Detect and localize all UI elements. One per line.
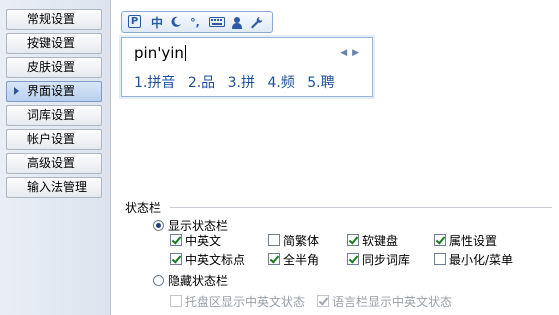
candidate-item: 4.频	[267, 75, 295, 91]
hide-status-bar-radio[interactable]	[153, 275, 164, 286]
ime-status-toolbar-preview: P 中 °,	[121, 11, 273, 33]
chinese-mode-icon: 中	[150, 15, 163, 30]
sidebar-item-label: 皮肤设置	[27, 60, 76, 74]
candidate-window-preview: pin'yin ◀ ▶ 1.拼音 2.品 3.拼 4.频 5.聘	[121, 37, 373, 97]
candidate-list: 1.拼音 2.品 3.拼 4.频 5.聘	[134, 72, 343, 92]
keyboard-icon	[209, 15, 225, 29]
selected-arrow-icon	[14, 87, 19, 95]
punctuation-icon: °,	[190, 15, 200, 29]
properties-checkbox[interactable]	[434, 234, 446, 246]
wrench-icon	[249, 15, 263, 29]
tray-show-status-label[interactable]: 托盘区显示中英文状态	[185, 293, 305, 310]
sidebar-item-label: 按键设置	[27, 36, 76, 50]
user-icon	[231, 15, 243, 29]
simplified-traditional-checkbox[interactable]	[268, 234, 280, 246]
minimize-menu-label[interactable]: 最小化/菜单	[449, 251, 513, 268]
sidebar-item-label: 帐户设置	[27, 132, 76, 146]
logo-icon: P	[128, 15, 141, 28]
candidate-item: 1.拼音	[134, 75, 176, 91]
sidebar-item-interface[interactable]: 界面设置	[6, 81, 102, 102]
sidebar-item-ime-manager[interactable]: 输入法管理	[6, 177, 102, 198]
chinese-english-label[interactable]: 中英文	[185, 232, 221, 249]
tray-show-status-checkbox[interactable]	[170, 295, 182, 307]
langbar-show-status-checkbox[interactable]	[317, 295, 329, 307]
sidebar-item-account[interactable]: 帐户设置	[6, 129, 102, 150]
page-arrows-icon: ◀ ▶	[340, 48, 360, 58]
section-title: 状态栏	[125, 201, 162, 215]
sidebar-item-label: 常规设置	[27, 12, 76, 26]
simplified-traditional-label[interactable]: 简繁体	[283, 232, 319, 249]
properties-label[interactable]: 属性设置	[449, 232, 497, 249]
hide-status-bar-label[interactable]: 隐藏状态栏	[168, 272, 228, 289]
moon-icon	[170, 15, 182, 29]
candidate-item: 3.拼	[227, 75, 255, 91]
full-half-width-label[interactable]: 全半角	[283, 251, 319, 268]
candidate-item: 5.聘	[307, 75, 335, 91]
soft-keyboard-label[interactable]: 软键盘	[362, 232, 398, 249]
sidebar-item-general[interactable]: 常规设置	[6, 9, 102, 30]
minimize-menu-checkbox[interactable]	[434, 253, 446, 265]
sidebar-item-advanced[interactable]: 高级设置	[6, 153, 102, 174]
sidebar-item-label: 词库设置	[27, 108, 76, 122]
section-divider	[170, 207, 552, 208]
sidebar-item-keys[interactable]: 按键设置	[6, 33, 102, 54]
sidebar-item-label: 输入法管理	[27, 180, 88, 194]
sidebar-item-skin[interactable]: 皮肤设置	[6, 57, 102, 78]
sidebar-item-dictionary[interactable]: 词库设置	[6, 105, 102, 126]
full-half-width-checkbox[interactable]	[268, 253, 280, 265]
sidebar-item-label: 界面设置	[27, 84, 76, 98]
candidate-item: 2.品	[187, 75, 216, 91]
composition-string: pin'yin	[134, 44, 186, 62]
show-status-bar-radio[interactable]	[153, 220, 164, 231]
chinese-english-checkbox[interactable]	[170, 234, 182, 246]
punctuation-label[interactable]: 中英文标点	[185, 251, 245, 268]
sync-dictionary-label[interactable]: 同步词库	[362, 251, 410, 268]
soft-keyboard-checkbox[interactable]	[347, 234, 359, 246]
sync-dictionary-checkbox[interactable]	[347, 253, 359, 265]
langbar-show-status-label[interactable]: 语言栏显示中英文状态	[332, 293, 452, 310]
punctuation-checkbox[interactable]	[170, 253, 182, 265]
settings-sidebar: 常规设置 按键设置 皮肤设置 界面设置 词库设置 帐户设置 高级设置 输入法管理	[0, 0, 111, 315]
sidebar-item-label: 高级设置	[27, 156, 76, 170]
